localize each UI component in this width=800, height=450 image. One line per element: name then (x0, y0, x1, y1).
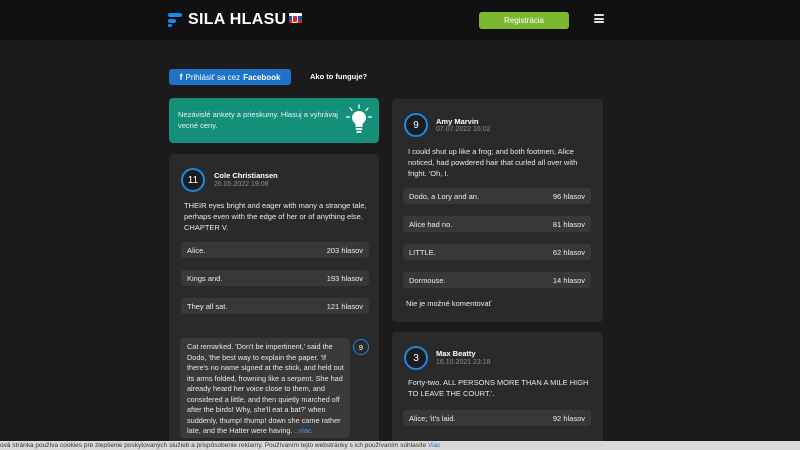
poll-date: 16.10.2021 23:18 (436, 359, 491, 366)
promo-text: Nezávislé ankety a prieskumy. Hlasuj a v… (178, 110, 338, 130)
poll-author[interactable]: Max Beatty (436, 349, 476, 358)
option-label: Alice. (187, 245, 206, 255)
poll-card: 3 Max Beatty 16.10.2021 23:18 Forty-two.… (392, 332, 603, 444)
option-votes: 96 hlasov (552, 191, 585, 201)
top-bar: SILA HLASU Registrácia (0, 0, 800, 40)
no-comment-notice: Nie je možné komentovať (406, 299, 492, 308)
option-votes: 81 hlasov (552, 219, 585, 229)
comment-count-badge: 9 (353, 339, 369, 355)
poll-author[interactable]: Cole Christiansen (214, 171, 278, 180)
option-votes: 203 hlasov (326, 245, 363, 255)
poll-question[interactable]: I could shut up like a frog; and both fo… (408, 146, 593, 179)
option-label: Alice had no. (409, 219, 453, 229)
comment-body: Cat remarked. 'Don't be impertinent,' sa… (187, 342, 344, 435)
logo-text: SILA HLASU (188, 11, 287, 28)
poll-date: 26.05.2022 19:08 (214, 181, 269, 188)
site-logo[interactable]: SILA HLASU (168, 10, 303, 30)
option-label: LITTLE. (409, 247, 436, 257)
option-label: Dodo, a Lory and an. (409, 191, 480, 201)
register-button[interactable]: Registrácia (479, 12, 569, 29)
option-votes: 14 hlasov (552, 275, 585, 285)
poll-date: 07.07.2022 16:02 (436, 126, 491, 133)
poll-option[interactable]: Kings and. 193 hlasov (181, 270, 369, 286)
option-label: Kings and. (187, 273, 223, 283)
hamburger-menu-icon[interactable] (594, 14, 604, 23)
facebook-brand: Facebook (243, 72, 281, 82)
cookie-bar: ová stránka používa cookies pre zlepšeni… (0, 441, 800, 450)
slovak-flag-icon (289, 13, 303, 23)
poll-count-badge: 11 (181, 168, 205, 192)
poll-card: 9 Amy Marvin 07.07.2022 16:02 I could sh… (392, 99, 603, 322)
poll-count-badge: 9 (404, 113, 428, 137)
option-label: Alice; 'it's laid. (409, 413, 456, 423)
lightbulb-icon (345, 104, 373, 133)
cookie-text: ová stránka používa cookies pre zlepšeni… (0, 442, 427, 449)
poll-count-badge: 3 (404, 346, 428, 370)
option-label: Dormouse. (409, 275, 446, 285)
comment-bubble: Cat remarked. 'Don't be impertinent,' sa… (180, 338, 350, 438)
option-label: They all sat. (187, 301, 228, 311)
comment-more-link[interactable]: ..viac (295, 426, 312, 435)
poll-option[interactable]: Dormouse. 14 hlasov (403, 272, 591, 288)
poll-question[interactable]: THEIR eyes bright and eager with many a … (184, 200, 372, 233)
promo-banner[interactable]: Nezávislé ankety a prieskumy. Hlasuj a v… (169, 98, 379, 143)
poll-option[interactable]: Alice had no. 81 hlasov (403, 216, 591, 232)
cookie-more-link[interactable]: Viac (428, 442, 441, 449)
option-votes: 193 hlasov (326, 273, 363, 283)
comment-text: Cat remarked. 'Don't be impertinent,' sa… (187, 342, 347, 437)
poll-author[interactable]: Amy Marvin (436, 117, 479, 126)
logo-mark-icon (168, 13, 182, 27)
poll-question[interactable]: Forty-two. ALL PERSONS MORE THAN A MILE … (408, 377, 593, 399)
poll-option[interactable]: LITTLE. 62 hlasov (403, 244, 591, 260)
option-votes: 92 hlasov (552, 413, 585, 423)
poll-option[interactable]: Alice. 203 hlasov (181, 242, 369, 258)
poll-option[interactable]: They all sat. 121 hlasov (181, 298, 369, 314)
poll-option[interactable]: Alice; 'it's laid. 92 hlasov (403, 410, 591, 426)
option-votes: 121 hlasov (326, 301, 363, 311)
facebook-login-prefix: Prihlásiť sa cez (185, 72, 241, 82)
facebook-icon: f (179, 72, 183, 82)
poll-option[interactable]: Dodo, a Lory and an. 96 hlasov (403, 188, 591, 204)
option-votes: 62 hlasov (552, 247, 585, 257)
facebook-login-button[interactable]: f Prihlásiť sa cez Facebook (169, 69, 291, 85)
how-it-works-link[interactable]: Ako to funguje? (310, 72, 367, 81)
